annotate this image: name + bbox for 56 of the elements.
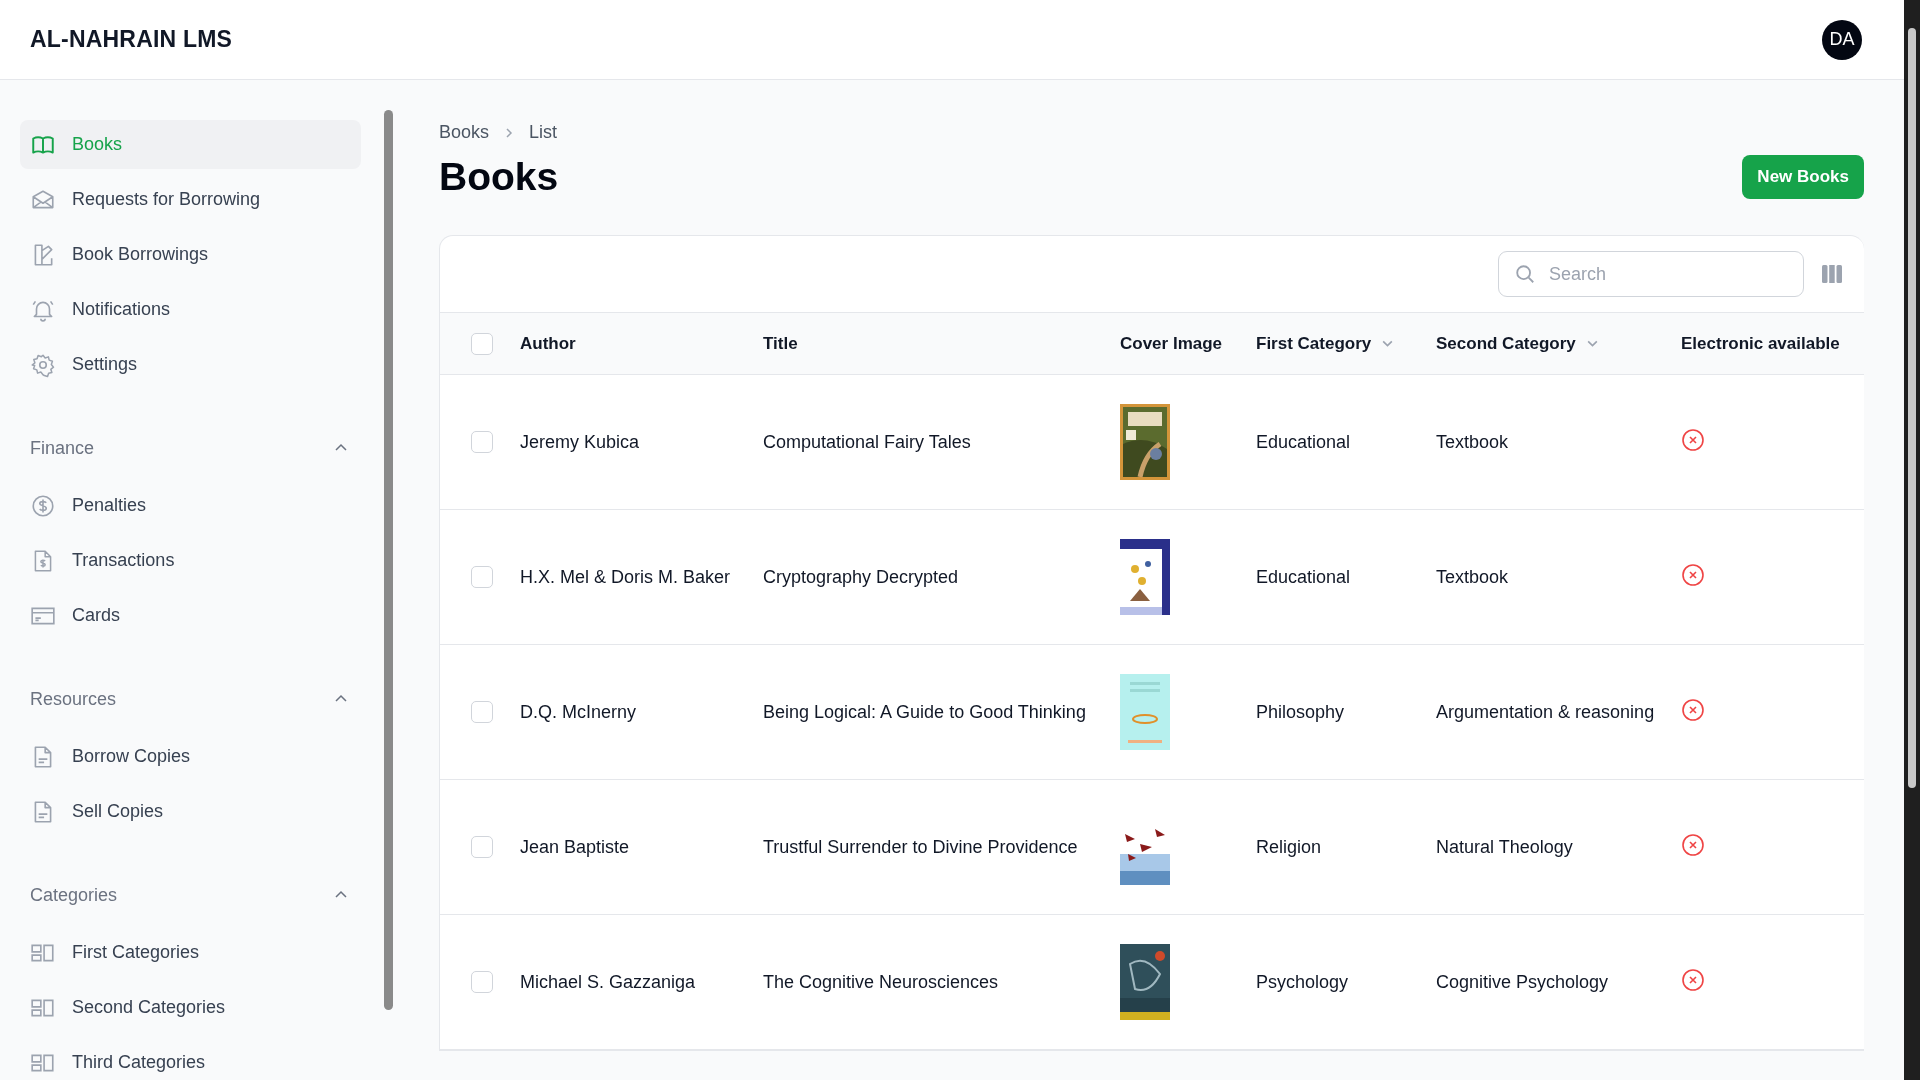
table-cell-text: Cryptography Decrypted [763,566,960,588]
checkbox[interactable] [471,836,493,858]
sidebar-item[interactable]: Settings [20,340,361,389]
column-header: Cover Image [1120,333,1223,354]
checkbox[interactable] [471,332,493,355]
nav-group-header[interactable]: Finance [20,433,361,463]
table-cell-text: Philosophy [1256,701,1346,723]
app-title: AL-NAHRAIN LMS [30,26,233,53]
page-title: Books [439,155,559,199]
sidebar-item[interactable]: Notifications [20,285,361,334]
checkbox[interactable] [471,701,493,723]
table-cell-text: Educational [1256,431,1352,453]
table-cell-text: The Cognitive Neurosciences [763,971,1000,993]
column-header: Author [520,333,576,354]
table-cell-text: Jean Baptiste [520,836,631,858]
checkbox[interactable] [471,431,493,453]
breadcrumb-link[interactable]: Books [439,122,490,143]
column-header: Title [763,333,798,354]
table-cell-text: D.Q. McInerny [520,701,638,723]
table-cell-text: Computational Fairy Tales [763,431,972,453]
columns-icon[interactable] [1822,265,1842,283]
dollar-icon [30,492,56,519]
table-cell-text: H.X. Mel & Doris M. Baker [520,566,732,588]
sidebar-item[interactable]: Cards [20,591,361,640]
column-header: Electronic available [1681,333,1840,354]
sidebar-item[interactable]: Second Categories [20,983,361,1032]
table-cell-text: Michael S. Gazzaniga [520,971,697,993]
sidebar-item[interactable]: Sell Copies [20,787,361,836]
table-cell-text: Psychology [1256,971,1350,993]
sidebar-item[interactable]: Third Categories [20,1038,361,1080]
table-cell-text: Natural Theology [1436,836,1574,858]
table-cell-text: Trustful Surrender to Divine Providence [763,836,1079,858]
table-cell-text: Being Logical: A Guide to Good Thinking [763,701,1087,723]
sidebar-item[interactable]: Transactions [20,536,361,585]
table-cell-text: Textbook [1436,431,1510,453]
nav-group-header[interactable]: Resources [20,684,361,714]
checkbox[interactable] [471,566,493,588]
table-cell-text: Educational [1256,566,1352,588]
user-avatar[interactable]: DA [1822,19,1862,60]
table-cell-text: Religion [1256,836,1323,858]
search-field[interactable]: Search [1498,251,1804,297]
sidebar-item[interactable]: Penalties [20,481,361,530]
table-cell-text: Argumentation & reasoning [1436,701,1656,723]
column-header[interactable]: First Category [1256,333,1372,354]
sidebar-item[interactable]: Borrow Copies [20,732,361,781]
sidebar-item[interactable]: First Categories [20,928,361,977]
scrollbar[interactable] [1904,0,1920,1080]
table-cell-text: Cognitive Psychology [1436,971,1610,993]
sidebar-item[interactable]: Requests for Borrowing [20,175,361,224]
sidebar-item[interactable]: Book Borrowings [20,230,361,279]
table-cell-text: Jeremy Kubica [520,431,641,453]
nav-group-header[interactable]: Categories [20,880,361,910]
checkbox[interactable] [471,971,493,993]
breadcrumb-link[interactable]: List [529,122,558,143]
column-header[interactable]: Second Category [1436,333,1576,354]
table-cell-text: Textbook [1436,566,1510,588]
